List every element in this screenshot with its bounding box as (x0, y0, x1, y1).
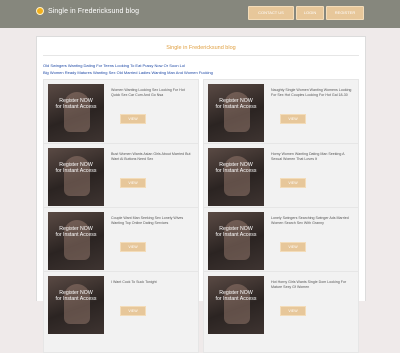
listing-thumbnail[interactable]: Register NOW for Instant Access (48, 84, 104, 142)
listing-description[interactable]: Naughty Single Women Wanting Womens Look… (271, 88, 353, 99)
page-title: Single in Fredericksund blog (166, 45, 236, 51)
listing-card[interactable]: Register NOW for Instant Access I Want C… (43, 271, 199, 353)
top-link-1[interactable]: Old Swingers Wanting Dating For Teens Lo… (43, 63, 185, 68)
listing-description[interactable]: Women Wanting Looking Sex Looking For Ho… (111, 88, 193, 99)
view-button[interactable]: View (280, 114, 306, 124)
view-button[interactable]: View (120, 242, 146, 252)
register-now-overlay: Register NOW for Instant Access (215, 290, 257, 303)
register-now-overlay: Register NOW for Instant Access (55, 162, 97, 175)
register-now-overlay: Register NOW for Instant Access (55, 98, 97, 111)
listing-thumbnail[interactable]: Register NOW for Instant Access (208, 276, 264, 334)
view-button[interactable]: View (280, 242, 306, 252)
listing-thumbnail[interactable]: Register NOW for Instant Access (208, 212, 264, 270)
listing-thumbnail[interactable]: Register NOW for Instant Access (48, 148, 104, 206)
listing-description[interactable]: Horny Women Wanting Dating Man Seeking A… (271, 152, 353, 163)
listing-description[interactable]: I Want Cock To Suck Tonight (111, 280, 193, 285)
listing-description[interactable]: Bust Women Wants Asian Girls About Marri… (111, 152, 193, 163)
view-button[interactable]: View (120, 306, 146, 316)
top-link-2[interactable]: Big Women Ready Matures Wanting Sex Old … (43, 70, 213, 75)
listing-thumbnail[interactable]: Register NOW for Instant Access (48, 276, 104, 334)
top-bar: Single in Fredericksund blog Contact us … (0, 0, 400, 28)
view-button[interactable]: View (120, 178, 146, 188)
listing-thumbnail[interactable]: Register NOW for Instant Access (48, 212, 104, 270)
contact-us-button[interactable]: Contact us (248, 6, 294, 20)
register-now-overlay: Register NOW for Instant Access (55, 290, 97, 303)
register-now-overlay: Register NOW for Instant Access (215, 98, 257, 111)
login-button[interactable]: Login (296, 6, 324, 20)
listing-description[interactable]: Couple Want Man Seeking Sex Lonely Wives… (111, 216, 193, 227)
register-now-overlay: Register NOW for Instant Access (55, 226, 97, 239)
view-button[interactable]: View (280, 306, 306, 316)
title-divider (43, 55, 359, 56)
brand-title: Single in Fredericksund blog (48, 7, 140, 15)
listing-card[interactable]: Register NOW for Instant Access Hot Horn… (203, 271, 359, 353)
listing-description[interactable]: Lonely Swingers Searching Swinger Ads Ma… (271, 216, 353, 227)
view-button[interactable]: View (120, 114, 146, 124)
register-button[interactable]: Register (326, 6, 364, 20)
register-now-overlay: Register NOW for Instant Access (215, 226, 257, 239)
brand-logo-link[interactable]: Single in Fredericksund blog (36, 7, 139, 15)
register-now-overlay: Register NOW for Instant Access (215, 162, 257, 175)
listing-thumbnail[interactable]: Register NOW for Instant Access (208, 148, 264, 206)
logo-dot-icon (36, 7, 44, 15)
listing-thumbnail[interactable]: Register NOW for Instant Access (208, 84, 264, 142)
content-panel: Single in Fredericksund blog Old Swinger… (36, 36, 366, 353)
view-button[interactable]: View (280, 178, 306, 188)
listing-description[interactable]: Hot Horny Girls Wants Single Dom Looking… (271, 280, 353, 291)
